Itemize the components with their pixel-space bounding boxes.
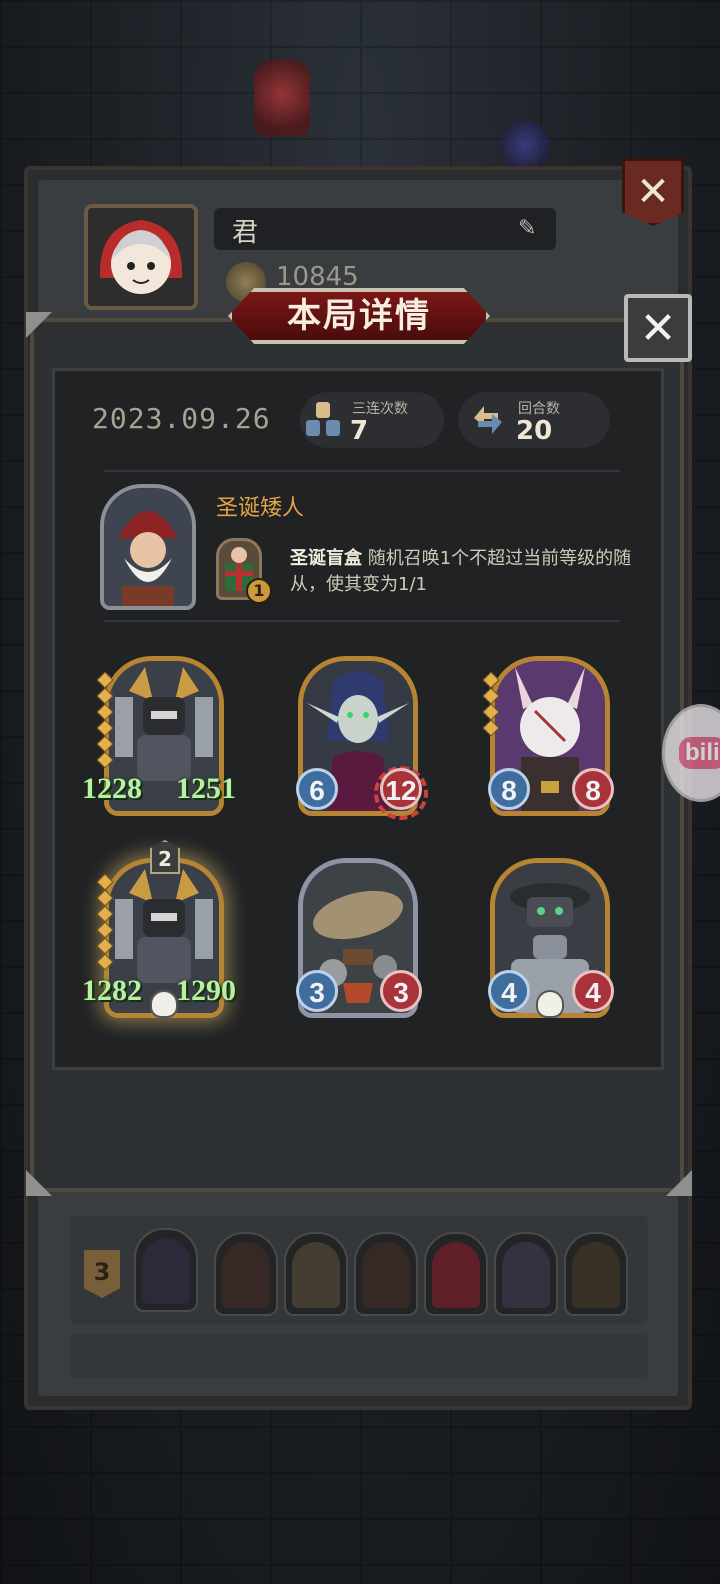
close-button[interactable]: ✕ — [624, 294, 692, 362]
unit-attack: 8 — [488, 768, 530, 810]
skull-icon — [536, 990, 564, 1018]
profile-name-bar — [214, 208, 556, 250]
red-lantern-icon — [254, 60, 310, 136]
unit-health: 12 — [380, 768, 422, 810]
unit-health: 1251 — [176, 772, 236, 805]
refresh-arrows-icon — [474, 406, 502, 434]
unit-attack: 6 — [296, 768, 338, 810]
star-rank — [482, 671, 500, 738]
dialog-title: 本局详情 — [287, 296, 431, 336]
hero-power-text: 圣诞盲盒 随机召唤1个不超过当前等级的随从，使其变为1/1 — [290, 546, 650, 598]
red-hood-girl-icon — [88, 208, 194, 306]
triples-stat: 三连次数 7 — [300, 392, 444, 448]
unit-card[interactable]: 2 1282 1290 — [82, 840, 236, 1018]
hero-name: 圣诞矮人 — [216, 496, 305, 521]
history-unit-icon — [494, 1232, 558, 1316]
triples-value: 7 — [350, 416, 369, 446]
history-row[interactable] — [70, 1334, 648, 1378]
power-name: 圣诞盲盒 — [290, 548, 362, 569]
history-unit-icon — [424, 1232, 488, 1316]
blue-lantern-icon — [500, 120, 550, 170]
unit-attack: 1228 — [82, 772, 142, 805]
watermark-text: bili — [679, 737, 720, 769]
history-unit-icon — [284, 1232, 348, 1316]
power-level-badge: 1 — [246, 578, 272, 604]
unit-card[interactable]: 1228 1251 — [82, 656, 236, 816]
divider — [104, 620, 620, 622]
match-date: 2023.09.26 — [92, 402, 271, 435]
history-unit-icon — [214, 1232, 278, 1316]
rank-badge: 3 — [84, 1250, 120, 1298]
turns-value: 20 — [516, 416, 553, 446]
avatar[interactable] — [84, 204, 198, 310]
profile-close-button[interactable]: ✕ — [622, 158, 684, 226]
unit-attack: 1282 — [82, 974, 142, 1007]
skull-icon — [150, 990, 178, 1018]
close-icon: ✕ — [639, 302, 677, 354]
triples-label: 三连次数 — [352, 401, 408, 417]
history-hero-icon — [134, 1228, 198, 1312]
pencil-edit-icon[interactable]: ✎ — [518, 216, 542, 241]
unit-health: 4 — [572, 970, 614, 1012]
unit-health: 8 — [572, 768, 614, 810]
unit-card[interactable]: 6 12 — [296, 656, 428, 820]
unit-card[interactable]: 3 3 — [296, 858, 422, 1018]
christmas-gnome-icon — [104, 488, 192, 606]
star-rank — [96, 873, 114, 972]
triple-cards-icon — [306, 402, 340, 436]
turns-stat: 回合数 20 — [458, 392, 610, 448]
history-unit-icon — [564, 1232, 628, 1316]
hero-portrait[interactable] — [100, 484, 196, 610]
turns-label: 回合数 — [518, 401, 560, 417]
divider — [104, 470, 620, 472]
unit-attack: 3 — [296, 970, 338, 1012]
unit-card[interactable]: 8 8 — [482, 656, 614, 816]
history-unit-icon — [354, 1232, 418, 1316]
unit-health: 1290 — [176, 974, 236, 1007]
star-rank — [96, 671, 114, 770]
unit-attack: 4 — [488, 970, 530, 1012]
profile-name: 君 — [232, 218, 259, 248]
unit-card[interactable]: 4 4 — [488, 858, 614, 1018]
coin-count: 10845 — [276, 262, 359, 292]
unit-health: 3 — [380, 970, 422, 1012]
